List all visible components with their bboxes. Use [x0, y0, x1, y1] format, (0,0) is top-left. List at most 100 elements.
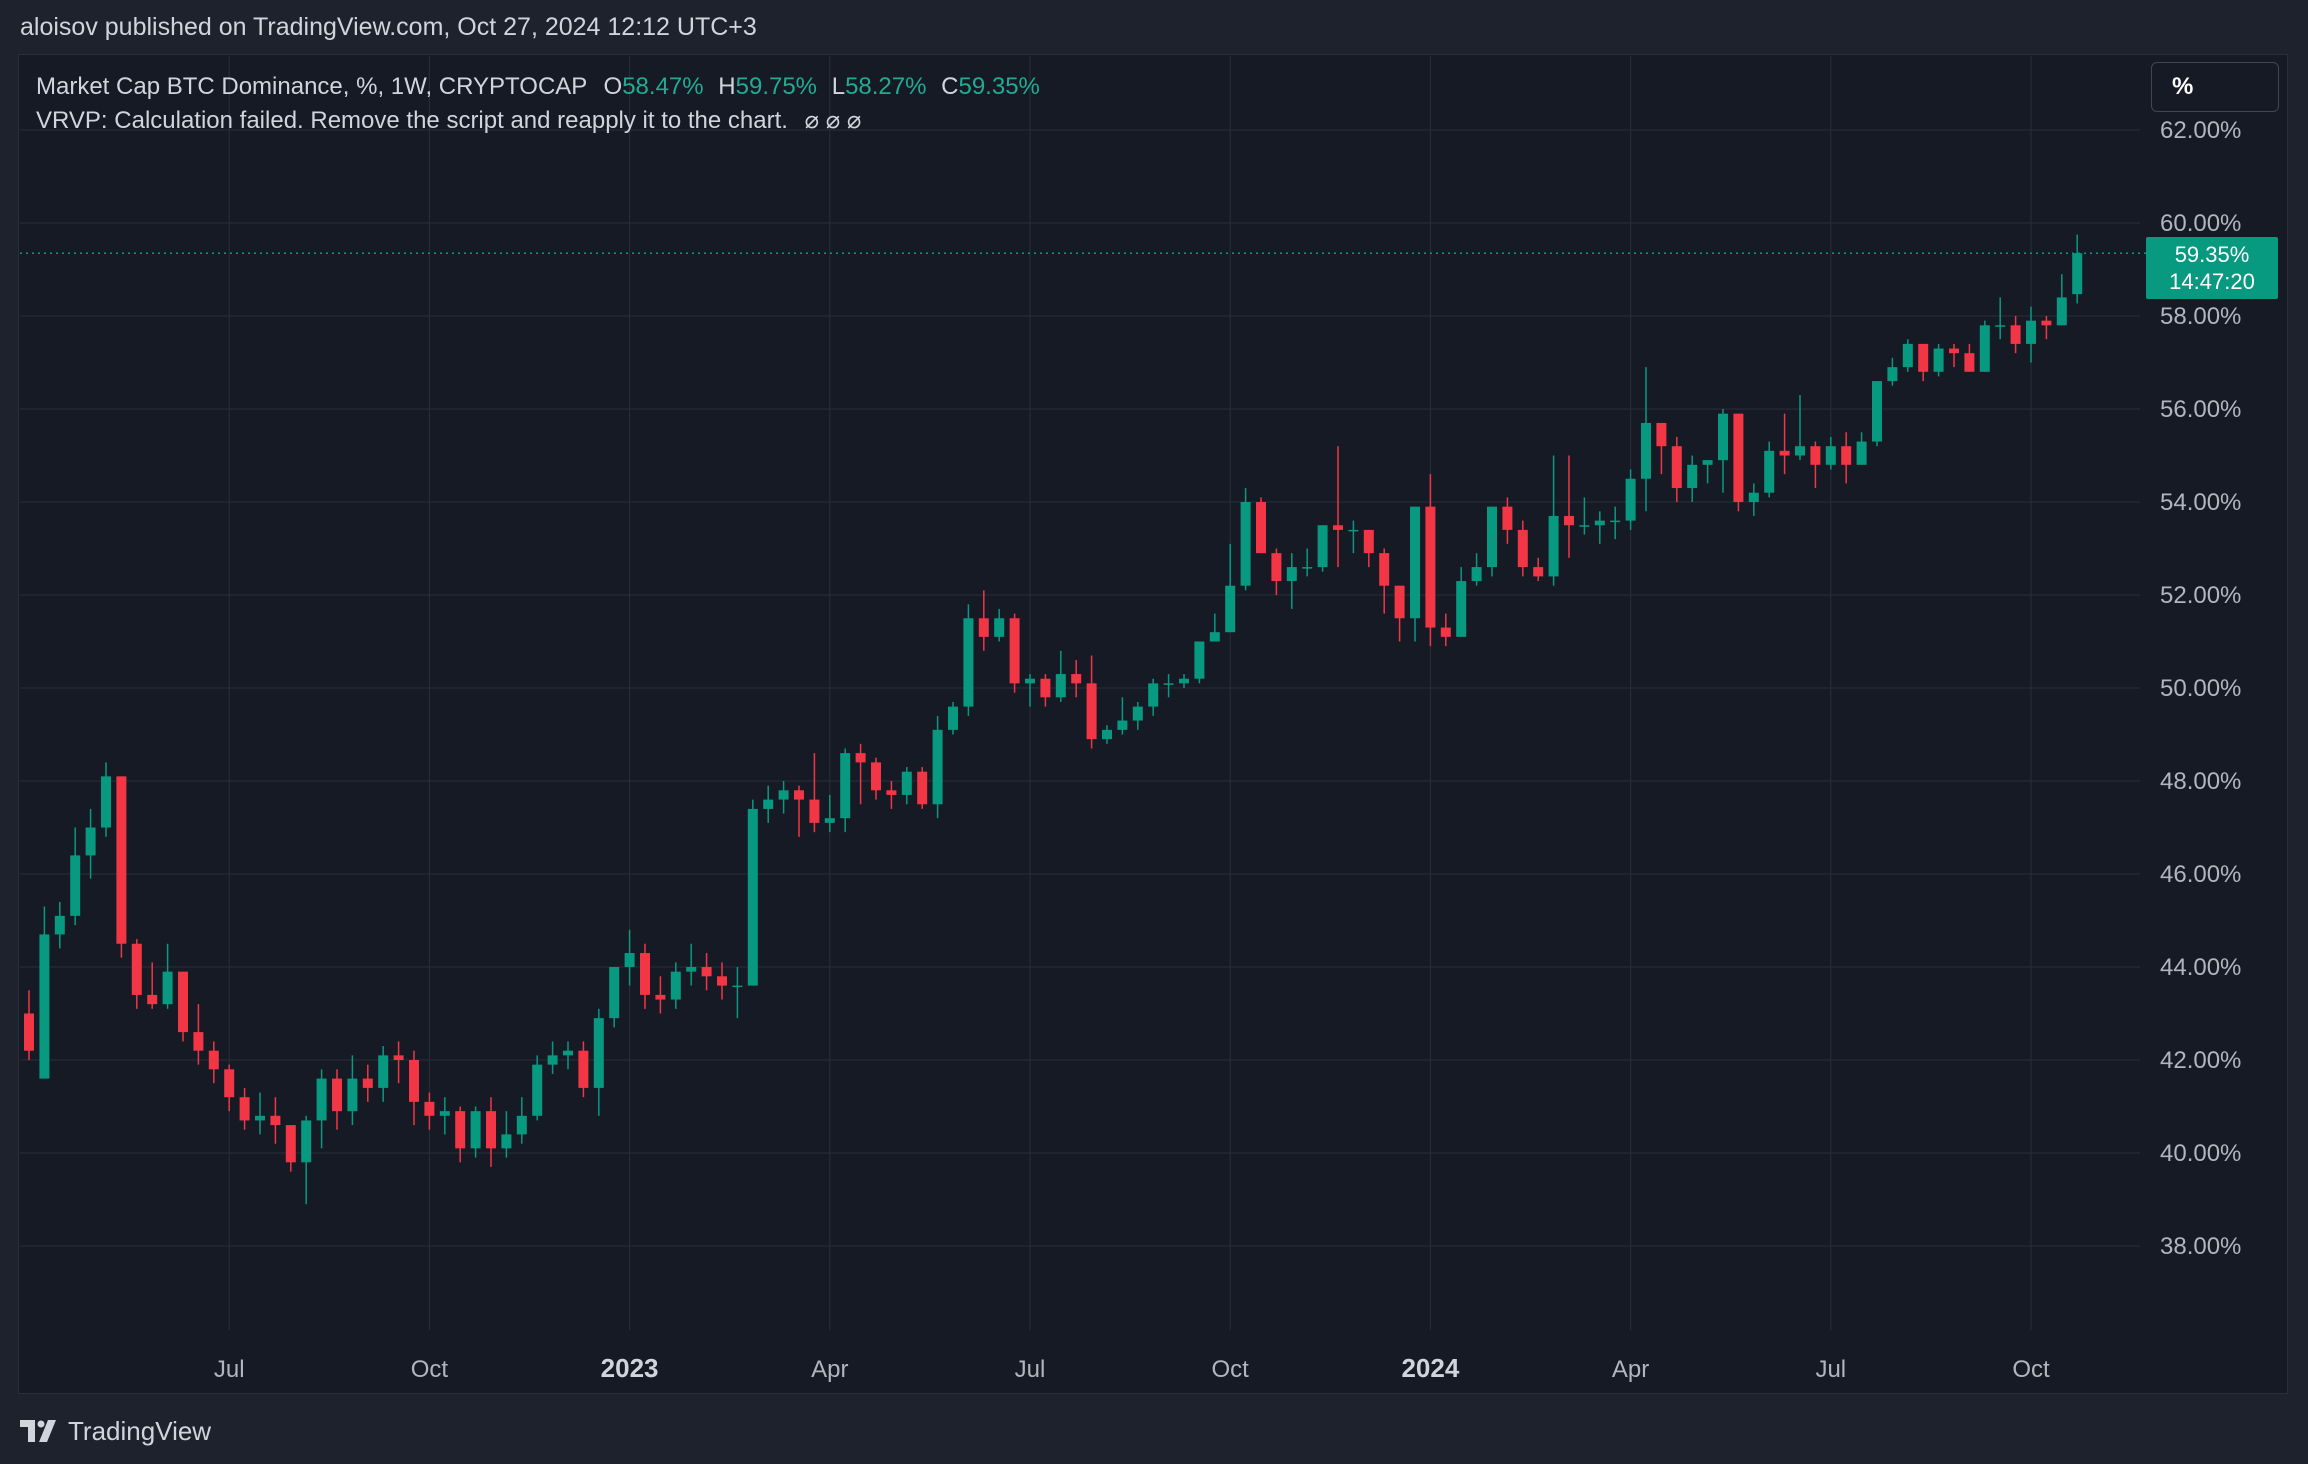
candle-body	[1548, 515, 1559, 577]
candle	[1949, 343, 1959, 368]
candle	[948, 701, 958, 735]
candle-body	[1425, 506, 1436, 628]
candle-body	[1625, 478, 1636, 521]
candle	[1610, 506, 1621, 540]
candle-body	[1610, 520, 1621, 523]
candle-body	[593, 1018, 604, 1088]
footer-brand[interactable]: TradingView	[20, 1412, 211, 1450]
candle	[2041, 316, 2052, 340]
bar-countdown: 14:47:20	[2169, 269, 2255, 294]
price-tick-label: 56.00%	[2160, 396, 2241, 423]
candle	[532, 1055, 543, 1121]
candle-body	[747, 808, 758, 986]
price-tick-label: 54.00%	[2160, 489, 2241, 516]
candle	[1718, 409, 1728, 493]
candle	[1733, 413, 1744, 512]
candle-body	[208, 1050, 219, 1070]
candle-body	[347, 1078, 358, 1112]
candle	[624, 929, 635, 986]
candle-body	[1995, 325, 2006, 327]
candle-body	[1748, 492, 1759, 502]
candle	[116, 776, 127, 958]
candle-body	[301, 1120, 312, 1163]
candle	[1841, 432, 1852, 484]
candle	[239, 1087, 250, 1130]
candle	[1286, 553, 1297, 609]
candle-body	[1979, 325, 1990, 372]
candle-body	[855, 753, 866, 763]
scale-mode-button[interactable]: %	[2151, 62, 2279, 112]
time-tick-label: Oct	[411, 1356, 449, 1383]
candle	[1810, 441, 1821, 489]
candle	[316, 1069, 327, 1149]
candle-body	[563, 1050, 573, 1056]
candle-body	[1040, 678, 1051, 698]
candle-body	[1179, 678, 1189, 684]
candle-body	[2026, 320, 2036, 344]
candle	[1533, 557, 1544, 582]
candle	[640, 943, 650, 1009]
candle	[409, 1050, 419, 1126]
candle-body	[717, 976, 727, 986]
time-tick-label: 2023	[601, 1353, 659, 1383]
candle-body	[116, 776, 127, 944]
candle	[1179, 674, 1189, 688]
time-tick-label: Oct	[2012, 1356, 2050, 1383]
candle-body	[1348, 529, 1359, 532]
candle-body	[1764, 450, 1775, 493]
candle	[778, 781, 789, 814]
candle-body	[70, 855, 81, 916]
indicator-status-icons: ⌀ ⌀ ⌀	[804, 107, 862, 134]
price-tick-label: 50.00%	[2160, 675, 2241, 702]
candle-body	[131, 943, 142, 995]
candle-body	[470, 1111, 481, 1149]
candle	[70, 827, 81, 926]
candle	[1410, 506, 1420, 642]
candle-body	[332, 1078, 342, 1112]
candle-body	[1148, 683, 1159, 707]
candle-body	[1379, 553, 1390, 586]
ohlc-row: Market Cap BTC Dominance, %, 1W, CRYPTOC…	[36, 70, 1040, 104]
candle-body	[1656, 422, 1667, 447]
candle	[193, 1004, 204, 1065]
candle	[516, 1097, 527, 1144]
candle-body	[547, 1055, 558, 1065]
candle-body	[224, 1069, 235, 1098]
candle	[2072, 234, 2083, 304]
candlestick-chart[interactable]: 38.00% 40.00% 42.00% 44.00% 46.00% 48.00% 50.0…	[0, 0, 2308, 1464]
candle-body	[670, 971, 681, 1000]
candle-body	[1194, 641, 1205, 679]
candle	[1086, 655, 1097, 749]
high-value: 59.75%	[735, 73, 818, 100]
candle	[1194, 641, 1205, 684]
time-tick-label: Apr	[1612, 1356, 1649, 1383]
candle-body	[2010, 325, 2021, 344]
candle-body	[24, 1013, 34, 1051]
candle-body	[378, 1055, 389, 1088]
close-value: 59.35%	[958, 73, 1040, 100]
candle	[1225, 543, 1236, 633]
candle-body	[1256, 502, 1266, 554]
candle-body	[1964, 353, 1975, 372]
candle	[901, 767, 912, 805]
candle-body	[501, 1134, 512, 1149]
candle	[1625, 469, 1636, 530]
candle-body	[578, 1050, 589, 1088]
candle	[255, 1092, 265, 1135]
candle	[1025, 674, 1035, 707]
indicator-row: VRVP: Calculation failed. Remove the scr…	[36, 104, 1040, 138]
price-tick-label: 52.00%	[2160, 582, 2241, 609]
candle-body	[1240, 502, 1251, 586]
candle-body	[1317, 525, 1328, 568]
candle	[794, 785, 804, 837]
candle-body	[2056, 297, 2067, 326]
candle	[1333, 446, 1343, 568]
candle-body	[609, 967, 620, 1019]
candle-body	[1810, 446, 1821, 465]
brand-name: TradingView	[68, 1415, 212, 1446]
candle-body	[640, 953, 650, 995]
candle	[2026, 306, 2036, 363]
candle-body	[54, 915, 65, 935]
candle-body	[1086, 683, 1097, 740]
candle	[1379, 548, 1390, 614]
